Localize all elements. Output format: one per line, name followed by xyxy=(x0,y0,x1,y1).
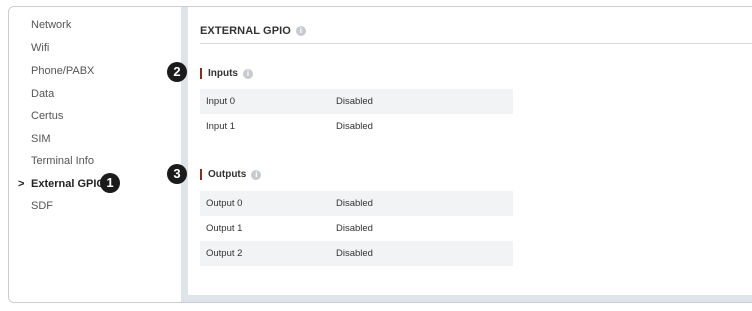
app-window: Network Wifi Phone/PABX Data Certus SIM … xyxy=(8,6,752,303)
panel-bottom-border xyxy=(188,295,752,302)
sidebar-item-label: SDF xyxy=(31,200,53,212)
sidebar-item-sim[interactable]: SIM xyxy=(31,132,51,146)
section-accent-bar xyxy=(200,169,202,180)
row-value: Disabled xyxy=(336,198,373,209)
sidebar-item-label: Terminal Info xyxy=(31,155,94,167)
table-row: Output 2 Disabled xyxy=(200,241,513,266)
table-row: Input 0 Disabled xyxy=(200,89,513,114)
inputs-table: Input 0 Disabled Input 1 Disabled xyxy=(200,89,513,139)
row-name: Input 0 xyxy=(206,96,236,107)
row-name: Output 1 xyxy=(206,223,243,234)
row-name: Output 0 xyxy=(206,198,243,209)
row-name: Input 1 xyxy=(206,121,236,132)
sidebar-item-phone-pabx[interactable]: Phone/PABX xyxy=(31,64,94,78)
info-icon[interactable]: i xyxy=(295,26,306,36)
outputs-table: Output 0 Disabled Output 1 Disabled Outp… xyxy=(200,191,513,266)
callout-badge-3: 3 xyxy=(167,164,187,184)
sidebar-item-data[interactable]: Data xyxy=(31,87,54,101)
section-accent-bar xyxy=(200,68,202,79)
page-title: EXTERNAL GPIO i xyxy=(200,25,306,37)
active-chevron-icon: > xyxy=(18,178,25,190)
table-row: Input 1 Disabled xyxy=(200,114,513,139)
inputs-section-title: Inputs xyxy=(208,68,238,79)
sidebar-item-terminal-info[interactable]: Terminal Info xyxy=(31,154,94,168)
page-title-text: EXTERNAL GPIO xyxy=(200,25,291,37)
sidebar-item-label: SIM xyxy=(31,133,51,145)
row-name: Output 2 xyxy=(206,248,243,259)
row-value: Disabled xyxy=(336,121,373,132)
sidebar-item-label: Network xyxy=(31,19,72,31)
sidebar-item-label: Wifi xyxy=(31,42,50,54)
row-value: Disabled xyxy=(336,96,373,107)
sidebar-item-label: External GPIO xyxy=(31,178,105,190)
sidebar-item-wifi[interactable]: Wifi xyxy=(31,41,49,55)
row-value: Disabled xyxy=(336,248,373,259)
sidebar-item-certus[interactable]: Certus xyxy=(31,109,63,123)
info-icon[interactable]: i xyxy=(251,169,262,180)
callout-badge-1: 1 xyxy=(100,173,120,193)
table-row: Output 0 Disabled xyxy=(200,191,513,216)
outputs-section-title: Outputs xyxy=(208,169,247,180)
sidebar-item-network[interactable]: Network xyxy=(31,18,71,32)
sidebar-item-label: Data xyxy=(31,88,55,100)
sidebar: Network Wifi Phone/PABX Data Certus SIM … xyxy=(9,7,181,302)
table-row: Output 1 Disabled xyxy=(200,216,513,241)
callout-badge-2: 2 xyxy=(167,62,187,82)
sidebar-divider xyxy=(181,7,188,302)
sidebar-item-external-gpio[interactable]: > External GPIO xyxy=(18,177,105,191)
inputs-section-header: Inputs i xyxy=(200,68,253,79)
sidebar-item-sdf[interactable]: SDF xyxy=(31,199,53,213)
row-value: Disabled xyxy=(336,223,373,234)
outputs-section-header: Outputs i xyxy=(200,169,262,180)
main-panel: EXTERNAL GPIO i Inputs i Input 0 Disable… xyxy=(188,7,752,302)
sidebar-item-label: Phone/PABX xyxy=(31,65,95,77)
title-divider xyxy=(200,43,752,44)
info-icon[interactable]: i xyxy=(243,68,253,79)
sidebar-item-label: Certus xyxy=(31,110,64,122)
